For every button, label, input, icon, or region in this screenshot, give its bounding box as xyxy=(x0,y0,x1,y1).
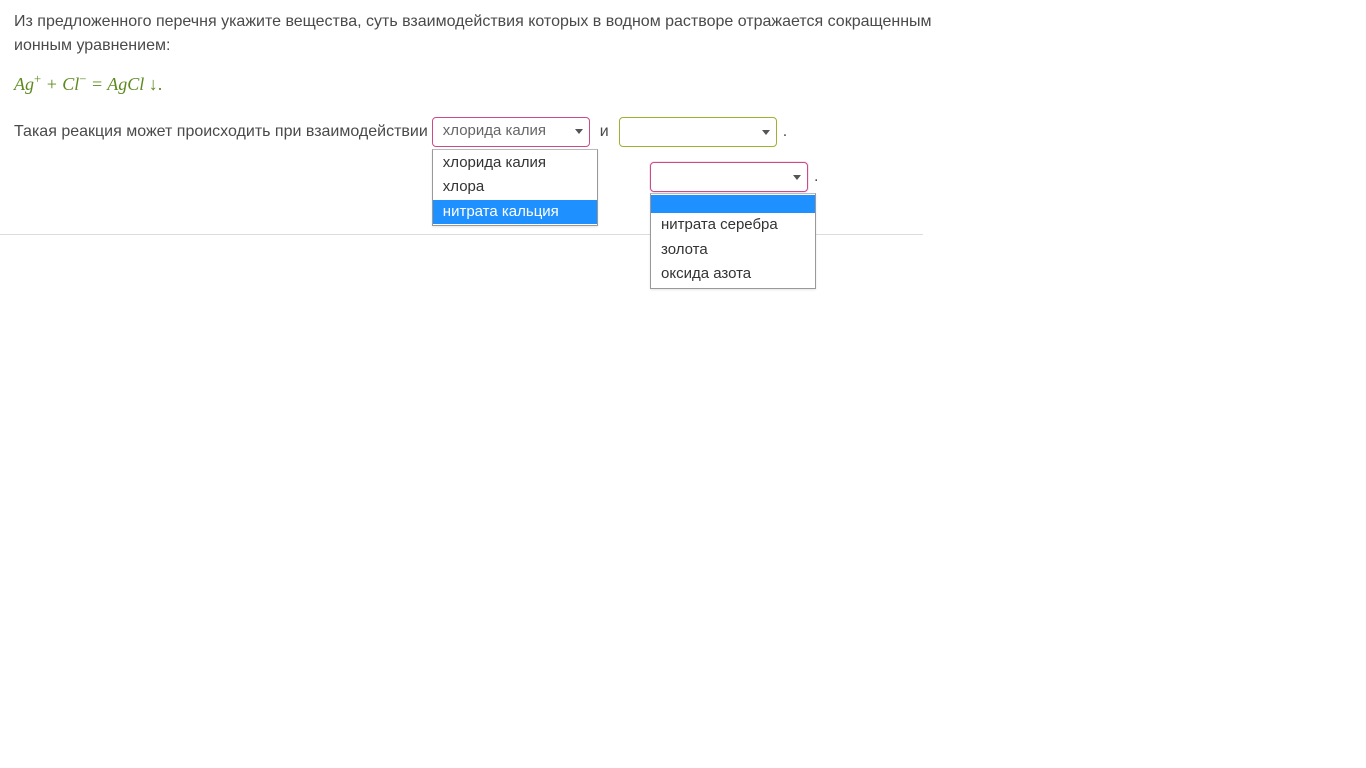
select-second-wrapper: нитрата серебра золота оксида азота xyxy=(650,161,808,192)
eq-equals: = xyxy=(86,74,107,94)
dropdown-item[interactable]: нитрата серебра xyxy=(651,213,815,238)
dropdown-item[interactable]: нитрата кальция xyxy=(433,200,597,225)
conjunction: и xyxy=(600,120,609,144)
period: . xyxy=(783,120,787,144)
chevron-down-icon xyxy=(793,175,801,180)
chevron-down-icon xyxy=(575,129,583,134)
eq-arrow: ↓ xyxy=(144,74,158,94)
chevron-down-icon xyxy=(762,130,770,135)
select-second-wrapper-row1 xyxy=(619,116,777,147)
dropdown-item[interactable]: оксида азота xyxy=(651,262,815,287)
interaction-prefix: Такая реакция может происходить при взаи… xyxy=(14,120,428,144)
dropdown-item[interactable]: золота xyxy=(651,238,815,263)
ionic-equation: Ag+ + Cl− = AgCl ↓. xyxy=(14,70,1352,98)
select-second-row1[interactable] xyxy=(619,117,777,147)
select-first-wrapper: хлорида калия хлорида калия хлора нитрат… xyxy=(432,117,590,147)
question-intro: Из предложенного перечня укажите веществ… xyxy=(14,10,974,58)
eq-cl: Cl xyxy=(62,74,79,94)
select-second[interactable] xyxy=(650,162,808,192)
eq-agcl: AgCl xyxy=(107,74,144,94)
select-first-dropdown: хлорида калия хлора нитрата кальция xyxy=(432,149,598,227)
dropdown-item[interactable]: хлорида калия xyxy=(433,151,597,176)
interaction-line-1: Такая реакция может происходить при взаи… xyxy=(14,116,1352,147)
eq-ag: Ag xyxy=(14,74,34,94)
select-first-value: хлорида калия xyxy=(443,120,546,143)
interaction-line-2: нитрата серебра золота оксида азота . xyxy=(650,161,818,192)
select-first[interactable]: хлорида калия xyxy=(432,117,590,147)
eq-plus: + xyxy=(41,74,62,94)
select-second-dropdown: нитрата серебра золота оксида азота xyxy=(650,193,816,289)
dropdown-item-blank[interactable] xyxy=(651,195,815,213)
period: . xyxy=(814,165,818,189)
eq-end: . xyxy=(158,74,163,94)
dropdown-item[interactable]: хлора xyxy=(433,175,597,200)
